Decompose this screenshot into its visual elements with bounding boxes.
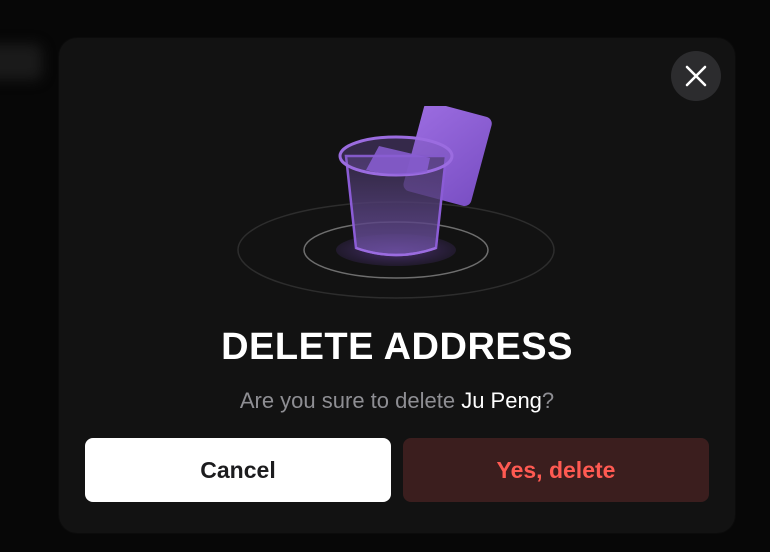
dialog-message: Are you sure to delete Ju Peng? [59, 388, 735, 414]
delete-address-dialog: DELETE ADDRESS Are you sure to delete Ju… [59, 38, 735, 533]
dialog-title: DELETE ADDRESS [221, 326, 573, 368]
confirm-delete-button[interactable]: Yes, delete [403, 438, 709, 502]
trash-bin-icon [237, 102, 555, 299]
close-button[interactable] [671, 51, 721, 101]
background-content-blurred [0, 44, 42, 80]
trash-bin-illustration [234, 102, 564, 306]
message-prefix: Are you sure to delete [239, 388, 462, 413]
message-suffix: ? [541, 388, 555, 413]
address-name: Ju Peng [461, 388, 542, 413]
close-icon [684, 64, 708, 88]
cancel-button[interactable]: Cancel [85, 438, 391, 502]
